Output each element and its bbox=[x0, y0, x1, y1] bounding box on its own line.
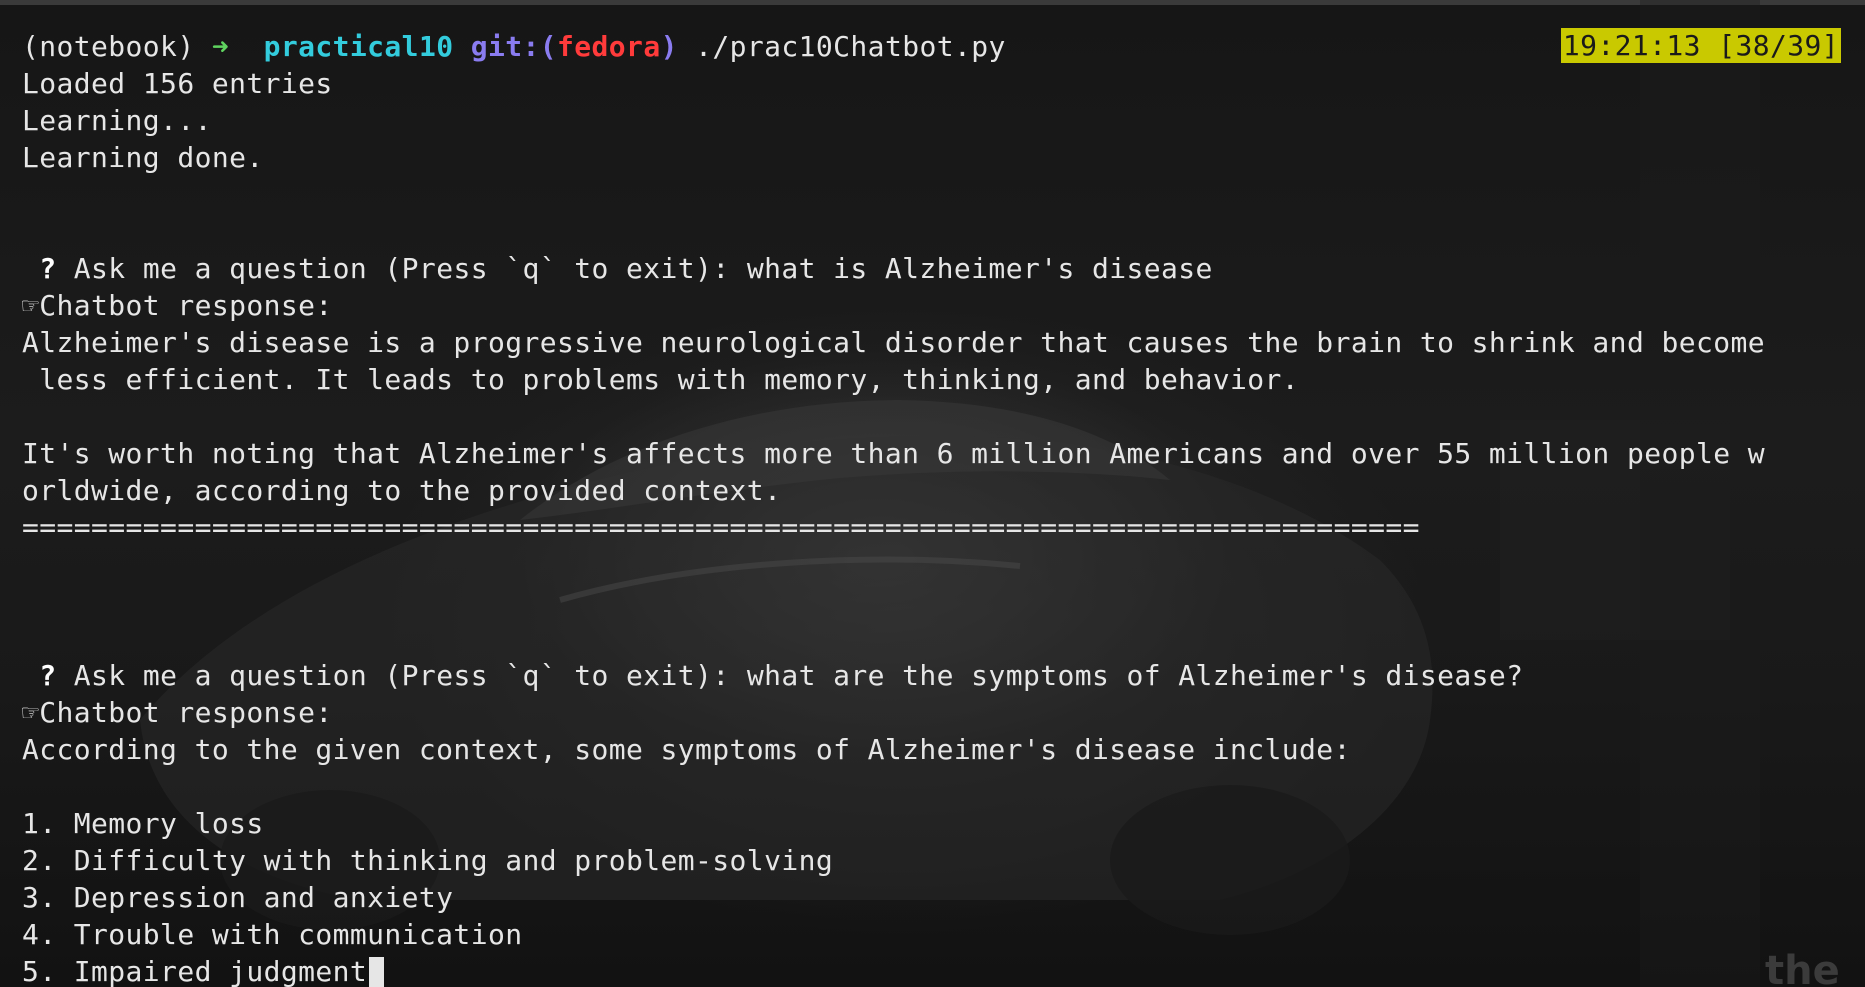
answer-line: Alzheimer's disease is a progressive neu… bbox=[22, 326, 1765, 359]
prompt-env: (notebook) bbox=[22, 30, 212, 63]
response-header-line: ☞Chatbot response: bbox=[22, 287, 1847, 324]
response-label: Chatbot response: bbox=[39, 289, 333, 322]
output-loaded: Loaded 156 entries bbox=[22, 67, 333, 100]
question-mark-icon: ? bbox=[39, 659, 57, 692]
shell-prompt-line: (notebook) ➜ practical10 git:(fedora) ./… bbox=[22, 28, 1847, 65]
question-line: ? Ask me a question (Press `q` to exit):… bbox=[22, 250, 1847, 287]
answer-line: orldwide, according to the provided cont… bbox=[22, 474, 782, 507]
answer-line: 2. Difficulty with thinking and problem-… bbox=[22, 844, 834, 877]
window-top-border bbox=[0, 0, 1865, 5]
prompt-git-close: ) bbox=[660, 30, 678, 63]
response-label: Chatbot response: bbox=[39, 696, 333, 729]
answer-line: 3. Depression and anxiety bbox=[22, 881, 454, 914]
prompt-arrow-icon: ➜ bbox=[211, 30, 230, 63]
output-learning: Learning... bbox=[22, 104, 212, 137]
answer-line bbox=[22, 768, 1847, 805]
answer-line: less efficient. It leads to problems wit… bbox=[22, 363, 1300, 396]
answer-line-last[interactable]: 5. Impaired judgment bbox=[22, 953, 1847, 987]
pointing-hand-icon: ☞ bbox=[22, 696, 40, 729]
question-text: Ask me a question (Press `q` to exit): w… bbox=[56, 252, 1213, 285]
answer-line: 1. Memory loss bbox=[22, 807, 264, 840]
pointing-hand-icon: ☞ bbox=[22, 289, 40, 322]
prompt-command: ./prac10Chatbot.py bbox=[695, 30, 1006, 63]
terminal-window[interactable]: the 19:21:13 [38/39] (notebook) ➜ practi… bbox=[0, 0, 1865, 987]
response-header-line: ☞Chatbot response: bbox=[22, 694, 1847, 731]
text-cursor bbox=[369, 957, 385, 987]
separator-line: ========================================… bbox=[22, 511, 1420, 544]
answer-line: It's worth noting that Alzheimer's affec… bbox=[22, 437, 1765, 470]
output-learning-done: Learning done. bbox=[22, 141, 264, 174]
prompt-git-open: git:( bbox=[470, 30, 558, 63]
answer-line bbox=[22, 398, 1847, 435]
answer-text: 5. Impaired judgment bbox=[22, 955, 368, 987]
answer-line: 4. Trouble with communication bbox=[22, 918, 523, 951]
question-line: ? Ask me a question (Press `q` to exit):… bbox=[22, 657, 1847, 694]
question-text: Ask me a question (Press `q` to exit): w… bbox=[56, 659, 1524, 692]
answer-line: According to the given context, some sym… bbox=[22, 733, 1351, 766]
prompt-git-branch: fedora bbox=[557, 30, 661, 63]
question-mark-icon: ? bbox=[39, 252, 57, 285]
terminal-output: (notebook) ➜ practical10 git:(fedora) ./… bbox=[22, 28, 1847, 987]
prompt-directory: practical10 bbox=[263, 30, 454, 63]
